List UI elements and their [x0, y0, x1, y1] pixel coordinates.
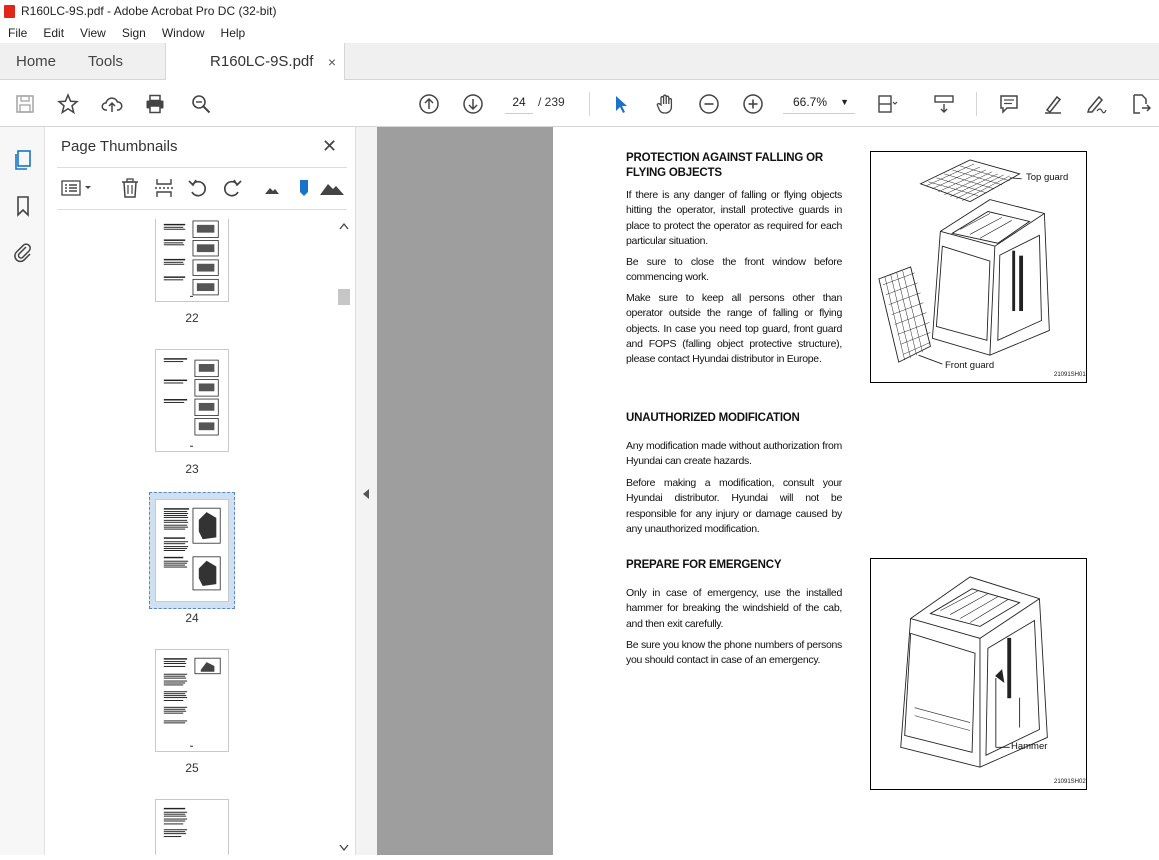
figure-code: 21091SH01: [1054, 372, 1086, 378]
excavator-cab-guards-drawing: [878, 159, 1050, 365]
print-icon[interactable]: [142, 91, 168, 117]
options-menu-icon[interactable]: [61, 177, 95, 199]
front-guard-label: Front guard: [945, 360, 995, 371]
menu-edit[interactable]: Edit: [35, 26, 72, 40]
tab-tools[interactable]: Tools: [72, 43, 139, 79]
title-bar: R160LC-9S.pdf - Adobe Acrobat Pro DC (32…: [0, 0, 1159, 22]
thumbnail-page-22[interactable]: [155, 219, 229, 302]
highlight-pen-icon[interactable]: [1040, 91, 1066, 117]
tab-document-label: R160LC-9S.pdf: [210, 53, 314, 70]
zoom-level-value: 66.7%: [793, 95, 828, 109]
bookmark-star-icon[interactable]: [55, 91, 81, 117]
thumbnail-label: 22: [185, 311, 199, 325]
close-panel-icon[interactable]: ✕: [322, 136, 337, 157]
insert-page-icon[interactable]: [153, 177, 175, 199]
hammer-label: Hammer: [1011, 741, 1048, 752]
thumbnail-page-25[interactable]: [155, 649, 229, 752]
figure-guards: Top guard Front guard 21091SH01: [870, 151, 1087, 383]
tab-document[interactable]: R160LC-9S.pdf ×: [165, 43, 346, 80]
save-icon[interactable]: [12, 91, 38, 117]
section-paragraph: If there is any danger of falling or fly…: [626, 189, 842, 247]
next-page-icon[interactable]: [460, 91, 486, 117]
rotate-left-icon[interactable]: [187, 177, 209, 199]
menu-view[interactable]: View: [72, 26, 114, 40]
rotate-right-icon[interactable]: [221, 177, 243, 199]
menu-sign[interactable]: Sign: [114, 26, 154, 40]
section-paragraph: Be sure to close the front window before…: [626, 256, 842, 284]
thumbnail-page-23[interactable]: [155, 349, 229, 452]
previous-page-icon[interactable]: [416, 91, 442, 117]
section-heading: UNAUTHORIZED MODIFICATION: [626, 412, 800, 424]
bookmarks-icon[interactable]: [11, 194, 35, 218]
thumbnails-panel: Page Thumbnails ✕ 22 23 24 25: [45, 127, 355, 855]
page-fit-icon[interactable]: [874, 91, 900, 117]
section-heading: PREPARE FOR EMERGENCY: [626, 559, 782, 571]
menu-file[interactable]: File: [0, 26, 35, 40]
chevron-down-icon: ▼: [840, 97, 849, 107]
top-guard-label: Top guard: [1026, 172, 1069, 183]
thumbnail-list: 22 23 24 25: [57, 219, 335, 855]
zoom-out-icon[interactable]: [696, 91, 722, 117]
document-viewport[interactable]: PROTECTION AGAINST FALLING OR FLYING OBJ…: [377, 127, 1159, 855]
export-pdf-icon[interactable]: [1127, 91, 1153, 117]
thumbnail-label: 23: [185, 462, 199, 476]
section-paragraph: Any modification made without authorizat…: [626, 440, 842, 468]
chevron-left-icon: [363, 489, 369, 499]
thumbnail-label: 24: [185, 611, 199, 625]
menu-window[interactable]: Window: [154, 26, 213, 40]
attachments-icon[interactable]: [11, 240, 35, 264]
section-heading: PROTECTION AGAINST FALLING OR FLYING OBJ…: [626, 152, 823, 179]
panel-toolbar: [57, 175, 347, 203]
hand-tool-icon[interactable]: [652, 91, 678, 117]
section-paragraph: Before making a modification, consult yo…: [626, 477, 842, 535]
larger-thumbnails-icon[interactable]: [319, 177, 345, 199]
acrobat-icon: [4, 4, 15, 18]
toolbar-divider: [976, 92, 977, 116]
page-total: / 239: [538, 95, 565, 109]
comment-icon[interactable]: [996, 91, 1022, 117]
search-zoom-icon[interactable]: [188, 91, 214, 117]
close-tab-icon[interactable]: ×: [328, 54, 336, 70]
panel-collapse-handle[interactable]: [355, 127, 377, 855]
delete-page-icon[interactable]: [119, 177, 141, 199]
smaller-thumbnails-icon[interactable]: [261, 177, 283, 199]
page-thumbnails-icon[interactable]: [11, 148, 35, 172]
toolbar-divider: [589, 92, 590, 116]
pdf-page: PROTECTION AGAINST FALLING OR FLYING OBJ…: [553, 127, 1159, 855]
thumbnail-label: 25: [185, 761, 199, 775]
scroll-mode-icon[interactable]: [931, 91, 957, 117]
excavator-cab-hammer-drawing: [900, 576, 1048, 768]
thumbnail-page-26[interactable]: [155, 799, 229, 855]
sign-icon[interactable]: [1083, 91, 1109, 117]
menu-help[interactable]: Help: [213, 26, 254, 40]
section-paragraph: Make sure to keep all persons other than…: [626, 292, 842, 366]
figure-hammer: Hammer 21091SH02: [870, 558, 1087, 790]
zoom-in-icon[interactable]: [740, 91, 766, 117]
panel-divider: [57, 209, 347, 210]
tab-home[interactable]: Home: [0, 43, 72, 79]
upload-cloud-icon[interactable]: [99, 91, 125, 117]
thumbnail-scrollbar[interactable]: [337, 219, 351, 855]
thumbnail-page-24-selected[interactable]: [155, 499, 229, 602]
figure-code: 21091SH02: [1054, 779, 1086, 785]
select-cursor-icon[interactable]: [608, 91, 634, 117]
section-paragraph: Be sure you know the phone numbers of pe…: [626, 639, 842, 667]
tab-bar: Home Tools R160LC-9S.pdf ×: [0, 43, 1159, 80]
toolbar: 24 / 239 66.7% ▼: [0, 80, 1159, 127]
menu-bar: File Edit View Sign Window Help: [0, 22, 1159, 43]
section-paragraph: Only in case of emergency, use the insta…: [626, 587, 842, 630]
navigation-rail: [0, 127, 45, 855]
window-title: R160LC-9S.pdf - Adobe Acrobat Pro DC (32…: [21, 4, 277, 18]
panel-divider: [57, 167, 347, 168]
thumbnail-size-slider-icon[interactable]: [293, 177, 315, 199]
zoom-level-select[interactable]: 66.7% ▼: [783, 90, 855, 114]
panel-title: Page Thumbnails: [61, 138, 178, 155]
page-number-input[interactable]: 24: [505, 90, 533, 114]
